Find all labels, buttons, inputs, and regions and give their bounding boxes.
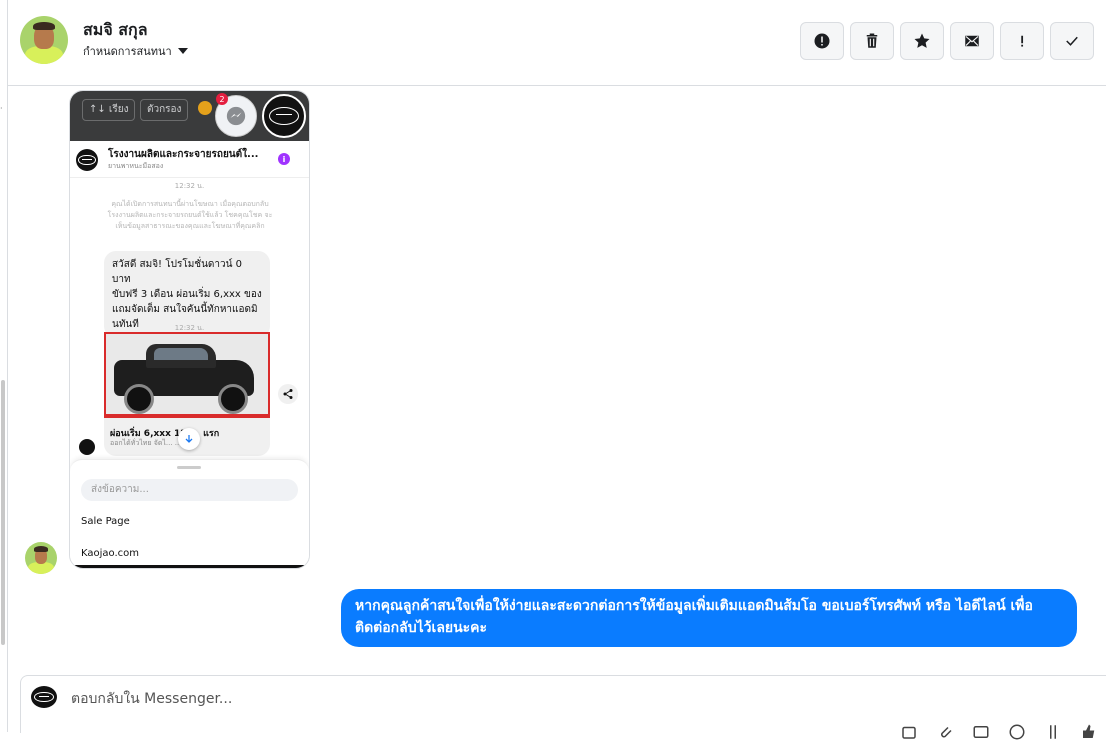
trash-icon xyxy=(866,33,878,48)
screenshot-ad-note: คุณได้เปิดการสนทนานี้ผ่านโฆษณา เมื่อคุณต… xyxy=(107,200,273,230)
alert-circle-icon xyxy=(814,33,830,49)
page-avatar-icon xyxy=(31,686,57,708)
screenshot-sort-label: ↑↓ เรียง xyxy=(82,99,136,121)
priority-button[interactable] xyxy=(1000,22,1044,60)
mark-unread-button[interactable] xyxy=(950,22,994,60)
screenshot-page-name: โรงงานผลิตและกระจายรถยนต์ใ... xyxy=(108,149,259,160)
bubble-line: สวัสดี สมจิ! โปรโมชั่นดาวน์ 0 บาท xyxy=(112,259,243,285)
left-scroll-rail: · xyxy=(0,0,8,732)
conversation-header: สมจิ สกุล กำหนดการสนทนา xyxy=(8,0,1106,86)
page-logo-icon xyxy=(262,94,306,138)
spam-alert-button[interactable] xyxy=(800,22,844,60)
attach-icon[interactable] xyxy=(935,722,955,742)
screenshot-topbar: ↑↓ เรียง ตัวกรอง 2 xyxy=(70,91,309,141)
caret-down-icon xyxy=(177,48,188,54)
share-icon xyxy=(278,384,298,404)
assign-label: กำหนดการสนทนา xyxy=(83,45,172,58)
done-button[interactable] xyxy=(1050,22,1094,60)
message-composer xyxy=(20,675,1106,740)
shared-screenshot-image[interactable]: ↑↓ เรียง ตัวกรอง 2 โรงงานผลิตและกระจายรถ… xyxy=(69,90,310,569)
gif-icon[interactable] xyxy=(971,722,991,742)
card-subtitle: ออกได้ทั่วไทย จัดไ... ...ฟ xyxy=(110,439,187,447)
info-icon: i xyxy=(278,153,290,165)
screenshot-page-header: โรงงานผลิตและกระจายรถยนต์ใ... ยานพาหนะมื… xyxy=(70,141,309,178)
sender-avatar[interactable] xyxy=(25,542,57,574)
assign-conversation-dropdown[interactable]: กำหนดการสนทนา xyxy=(83,42,188,60)
sheet-handle xyxy=(177,466,201,469)
screenshot-filter-label: ตัวกรอง xyxy=(140,99,189,121)
mail-icon xyxy=(965,35,979,47)
composer-tools xyxy=(899,722,1099,742)
screenshot-bottom-sheet: ส่งข้อความ... Sale Page Kaojao.com xyxy=(70,459,309,568)
hashtag-icon[interactable] xyxy=(1043,722,1063,742)
like-icon[interactable] xyxy=(1079,722,1099,742)
screenshot-input: ส่งข้อความ... xyxy=(81,479,298,501)
delete-button[interactable] xyxy=(850,22,894,60)
screenshot-bottom-edge xyxy=(70,565,309,568)
scrollbar-thumb[interactable] xyxy=(1,380,5,645)
message-thread: ↑↓ เรียง ตัวกรอง 2 โรงงานผลิตและกระจายรถ… xyxy=(8,86,1106,672)
bubble-line: แถมจัดเต็ม สนใจคันนี้ทักหาแอดมิ xyxy=(112,304,258,315)
exclamation-icon xyxy=(1021,35,1024,47)
sent-message-bubble[interactable]: หากคุณลูกค้าสนใจเพื่อให้ง่ายและสะดวกต่อก… xyxy=(341,589,1077,647)
star-icon xyxy=(914,33,930,48)
notification-badge: 2 xyxy=(216,93,228,105)
upload-icon[interactable] xyxy=(899,722,919,742)
screenshot-time: 12:32 น. xyxy=(174,182,205,190)
screenshot-option: Sale Page xyxy=(81,516,130,527)
header-toolbar xyxy=(800,22,1094,60)
emoji-icon[interactable] xyxy=(1007,722,1027,742)
reply-input[interactable] xyxy=(69,690,573,708)
truck-image xyxy=(104,332,270,418)
screenshot-page-sub: ยานพาหนะมือสอง xyxy=(108,162,164,170)
filter-badge xyxy=(198,101,212,115)
bubble-line: ขับฟรี 3 เดือน ผ่อนเริ่ม 6,xxx ของ xyxy=(112,289,262,300)
sender-logo-icon xyxy=(79,439,95,455)
rail-marker: · xyxy=(0,104,3,113)
scroll-down-icon xyxy=(178,428,200,450)
page-logo-small-icon xyxy=(76,149,98,171)
star-button[interactable] xyxy=(900,22,944,60)
user-avatar[interactable] xyxy=(20,16,68,64)
user-name[interactable]: สมจิ สกุล xyxy=(83,18,148,43)
screenshot-option: Kaojao.com xyxy=(81,548,140,559)
check-icon xyxy=(1066,36,1078,46)
